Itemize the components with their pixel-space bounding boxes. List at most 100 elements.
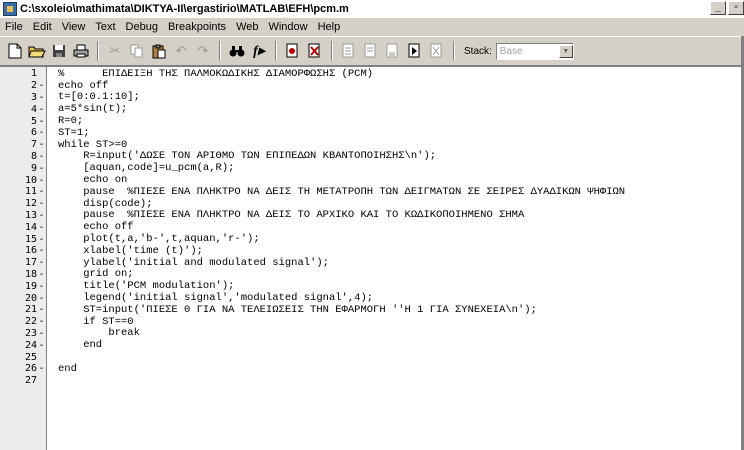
code-editor[interactable]: 1 % ΕΠΙΔΕΙΞΗ ΤΗΣ ΠΑΛΜΟΚΩΔΙΚΗΣ ΔΙΑΜΟΡΦΩΣΗΣ… xyxy=(0,66,744,450)
code-line[interactable]: 18- grid on; xyxy=(0,268,134,280)
code-line[interactable]: 3- t=[0:0.1:10]; xyxy=(0,91,140,103)
code-line[interactable]: 27 xyxy=(0,375,46,387)
breakpoint-marker[interactable]: - xyxy=(37,363,46,374)
code-text: ST=1; xyxy=(58,126,90,139)
print-icon[interactable] xyxy=(71,41,91,61)
breakpoint-marker[interactable]: - xyxy=(37,163,46,174)
breakpoint-marker[interactable]: - xyxy=(37,127,46,138)
code-line[interactable]: 22- if ST==0 xyxy=(0,316,134,328)
line-number: 17 xyxy=(24,257,37,269)
line-number: 13 xyxy=(24,209,37,221)
menu-view[interactable]: View xyxy=(57,21,91,33)
code-text: plot(t,a,'b-',t,aquan,'r-'); xyxy=(58,233,260,246)
code-line[interactable]: 17- ylabel('initial and modulated signal… xyxy=(0,257,329,269)
cut-icon[interactable]: ✂ xyxy=(105,41,125,61)
minimize-button[interactable]: _ xyxy=(710,1,726,15)
line-number: 1 xyxy=(30,68,37,80)
breakpoint-marker[interactable]: - xyxy=(37,210,46,221)
code-line[interactable]: 11- pause %ΠΙΕΣΕ ΕΝΑ ΠΛΗΚΤΡΟ ΝΑ ΔΕΙΣ ΤΗ … xyxy=(0,186,625,198)
continue-icon[interactable] xyxy=(405,41,425,61)
code-line[interactable]: 15- plot(t,a,'b-',t,aquan,'r-'); xyxy=(0,233,260,245)
code-text: echo off xyxy=(58,221,134,234)
code-line[interactable]: 25 xyxy=(0,351,46,363)
set-breakpoint-icon[interactable] xyxy=(283,41,303,61)
code-line[interactable]: 13- pause %ΠΙΕΣΕ ΕΝΑ ΠΛΗΚΤΡΟ ΝΑ ΔΕΙΣ ΤΟ … xyxy=(0,209,524,221)
maximize-button[interactable]: ▫ xyxy=(728,1,744,15)
breakpoint-marker[interactable]: - xyxy=(37,139,46,150)
breakpoint-marker[interactable]: - xyxy=(37,151,46,162)
toolbar: ✂ ↶ ↷ f▸ Stack: Base ▼ xyxy=(0,36,744,66)
code-line[interactable]: 10- echo on xyxy=(0,174,127,186)
code-line[interactable]: 8- R=input('ΔΩΣΕ ΤΟΝ ΑΡΙΘΜΟ ΤΩΝ ΕΠΙΠΕΔΩΝ… xyxy=(0,150,436,162)
code-line[interactable]: 1 % ΕΠΙΔΕΙΞΗ ΤΗΣ ΠΑΛΜΟΚΩΔΙΚΗΣ ΔΙΑΜΟΡΦΩΣΗΣ… xyxy=(0,68,373,80)
code-text: echo on xyxy=(58,174,128,187)
paste-icon[interactable] xyxy=(149,41,169,61)
stack-label: Stack: xyxy=(464,45,492,57)
menu-debug[interactable]: Debug xyxy=(121,21,163,33)
line-number: 10 xyxy=(24,174,37,186)
menu-file[interactable]: File xyxy=(0,21,28,33)
code-line[interactable]: 21- ST=input('ΠΙΕΣΕ 0 ΓΙΑ ΝΑ ΤΕΛΕΙΩΣΕΙΣ … xyxy=(0,304,537,316)
stack-select[interactable]: Base ▼ xyxy=(495,42,574,60)
open-folder-icon[interactable] xyxy=(27,41,47,61)
menu-window[interactable]: Window xyxy=(263,21,312,33)
breakpoint-marker[interactable]: - xyxy=(37,281,46,292)
breakpoint-marker[interactable]: - xyxy=(37,80,46,91)
breakpoint-marker[interactable]: - xyxy=(37,328,46,339)
menu-text[interactable]: Text xyxy=(90,21,120,33)
code-line[interactable]: 20- legend('initial signal','modulated s… xyxy=(0,292,373,304)
new-file-icon[interactable] xyxy=(5,41,25,61)
chevron-down-icon[interactable]: ▼ xyxy=(558,44,573,58)
breakpoint-marker[interactable]: - xyxy=(37,293,46,304)
menu-edit[interactable]: Edit xyxy=(28,21,57,33)
breakpoint-marker[interactable]: - xyxy=(37,234,46,245)
redo-icon[interactable]: ↷ xyxy=(193,41,213,61)
breakpoint-marker[interactable]: - xyxy=(37,186,46,197)
line-number: 2 xyxy=(30,80,37,92)
copy-icon[interactable] xyxy=(127,41,147,61)
breakpoint-marker[interactable]: - xyxy=(37,269,46,280)
function-icon[interactable]: f▸ xyxy=(249,41,269,61)
breakpoint-marker[interactable]: - xyxy=(37,222,46,233)
step-icon[interactable] xyxy=(339,41,359,61)
breakpoint-marker[interactable]: - xyxy=(37,304,46,315)
menu-breakpoints[interactable]: Breakpoints xyxy=(163,21,231,33)
save-icon[interactable] xyxy=(49,41,69,61)
toolbar-separator xyxy=(219,41,221,61)
find-icon[interactable] xyxy=(227,41,247,61)
breakpoint-marker[interactable]: - xyxy=(37,198,46,209)
clear-breakpoints-icon[interactable] xyxy=(305,41,325,61)
code-line[interactable]: 6- ST=1; xyxy=(0,127,90,139)
exit-debug-icon[interactable] xyxy=(427,41,447,61)
line-number: 3 xyxy=(30,91,37,103)
menu-help[interactable]: Help xyxy=(313,21,346,33)
menu-web[interactable]: Web xyxy=(231,21,263,33)
code-line[interactable]: 23- break xyxy=(0,327,140,339)
step-out-icon[interactable] xyxy=(383,41,403,61)
code-line[interactable]: 7- while ST>=0 xyxy=(0,139,127,151)
step-in-icon[interactable] xyxy=(361,41,381,61)
code-text: title('PCM modulation'); xyxy=(58,280,235,293)
breakpoint-marker[interactable]: - xyxy=(37,104,46,115)
code-line[interactable]: 9- [aquan,code]=u_pcm(a,R); xyxy=(0,162,234,174)
code-line[interactable]: 2- echo off xyxy=(0,80,108,92)
breakpoint-marker[interactable]: - xyxy=(37,116,46,127)
code-line[interactable]: 14- echo off xyxy=(0,221,134,233)
breakpoint-marker[interactable]: - xyxy=(37,340,46,351)
breakpoint-marker[interactable]: - xyxy=(37,257,46,268)
breakpoint-marker[interactable]: - xyxy=(37,245,46,256)
line-number: 16 xyxy=(24,245,37,257)
breakpoint-marker[interactable]: - xyxy=(37,316,46,327)
undo-icon[interactable]: ↶ xyxy=(171,41,191,61)
line-number: 4 xyxy=(30,103,37,115)
code-line[interactable]: 24- end xyxy=(0,339,102,351)
code-text: ylabel('initial and modulated signal'); xyxy=(58,256,329,269)
code-line[interactable]: 5- R=0; xyxy=(0,115,83,127)
code-line[interactable]: 16- xlabel('time (t)'); xyxy=(0,245,203,257)
code-line[interactable]: 26- end xyxy=(0,363,77,375)
code-line[interactable]: 4- a=5*sin(t); xyxy=(0,103,127,115)
code-line[interactable]: 19- title('PCM modulation'); xyxy=(0,280,234,292)
code-line[interactable]: 12- disp(code); xyxy=(0,198,153,210)
breakpoint-marker[interactable]: - xyxy=(37,175,46,186)
breakpoint-marker[interactable]: - xyxy=(37,92,46,103)
